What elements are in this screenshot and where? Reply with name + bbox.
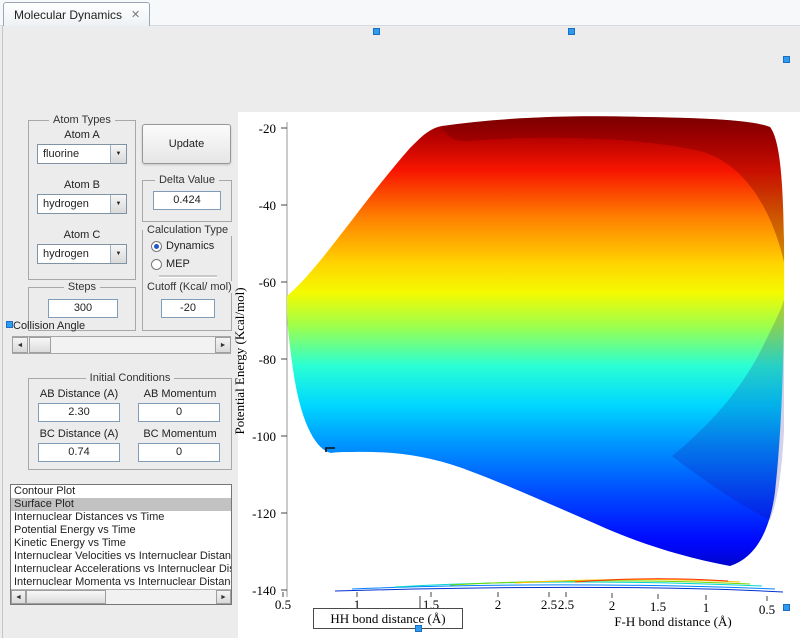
atom-a-value: fluorine (38, 145, 110, 163)
bc-momentum-field[interactable]: 0 (138, 443, 220, 462)
x1-tick: 0.5 (268, 597, 298, 613)
atom-types-panel: Atom Types Atom A fluorine ▼ Atom B hydr… (28, 120, 136, 280)
potential-energy-surface-plot (238, 112, 800, 638)
panel-divider (159, 275, 217, 278)
atom-c-dropdown[interactable]: hydrogen ▼ (37, 244, 127, 264)
scrollbar-right-arrow-icon[interactable]: ► (216, 590, 231, 604)
initial-conditions-title: Initial Conditions (29, 372, 231, 384)
cutoff-title: Cutoff (Kcal/ mol) (143, 281, 231, 293)
selection-handle[interactable] (568, 28, 575, 35)
list-item[interactable]: Kinetic Energy vs Time (11, 537, 231, 550)
y-tick: -40 (242, 198, 276, 214)
collision-angle-label: Collision Angle (13, 320, 85, 332)
steps-title: Steps (29, 281, 135, 293)
radio-mep[interactable]: MEP (151, 258, 190, 270)
calculation-type-title: Calculation Type (143, 224, 231, 236)
list-item-selected[interactable]: Surface Plot (11, 498, 231, 511)
update-button[interactable]: Update (142, 124, 231, 164)
cutoff-panel: Cutoff (Kcal/ mol) -20 (142, 287, 232, 331)
selection-handle[interactable] (373, 28, 380, 35)
ab-distance-label: AB Distance (A) (34, 388, 124, 400)
tab-title: Molecular Dynamics (14, 8, 122, 26)
list-item[interactable]: Internuclear Accelerations vs Internucle… (11, 563, 231, 576)
chevron-down-icon[interactable]: ▼ (110, 195, 126, 213)
atom-b-dropdown[interactable]: hydrogen ▼ (37, 194, 127, 214)
cutoff-field[interactable]: -20 (161, 299, 215, 318)
ab-momentum-field[interactable]: 0 (138, 403, 220, 422)
tab-molecular-dynamics[interactable]: Molecular Dynamics ✕ (3, 2, 150, 26)
ab-momentum-label: AB Momentum (133, 388, 227, 400)
bc-distance-field[interactable]: 0.74 (38, 443, 120, 462)
selection-handle[interactable] (415, 625, 422, 632)
tab-bar: Molecular Dynamics ✕ (0, 0, 800, 26)
list-item[interactable]: Contour Plot (11, 485, 231, 498)
app-window: Molecular Dynamics ✕ Atom Types Atom A f… (0, 0, 800, 638)
delta-value-title: Delta Value (143, 174, 231, 186)
surface-mesh (287, 116, 784, 566)
x1-axis-label: HH bond distance (Å) (313, 608, 463, 629)
slider-right-arrow-icon[interactable]: ► (215, 337, 231, 353)
slider-left-arrow-icon[interactable]: ◄ (12, 337, 28, 353)
steps-field[interactable]: 300 (48, 299, 118, 318)
radio-dynamics-label: Dynamics (166, 240, 214, 252)
list-item[interactable]: Potential Energy vs Time (11, 524, 231, 537)
atom-b-value: hydrogen (38, 195, 110, 213)
initial-conditions-panel: Initial Conditions AB Distance (A) AB Mo… (28, 378, 232, 470)
chevron-down-icon[interactable]: ▼ (110, 145, 126, 163)
panel-left-border (2, 26, 3, 638)
chevron-down-icon[interactable]: ▼ (110, 245, 126, 263)
plot-type-listbox[interactable]: Contour Plot Surface Plot Internuclear D… (10, 484, 232, 605)
close-icon[interactable]: ✕ (131, 8, 140, 26)
atom-types-title: Atom Types (29, 114, 135, 126)
x2-axis-label: F-H bond distance (Å) (598, 614, 748, 630)
y-tick: -120 (242, 506, 276, 522)
ab-distance-field[interactable]: 2.30 (38, 403, 120, 422)
list-item[interactable]: Internuclear Velocities vs Internuclear … (11, 550, 231, 563)
bc-momentum-label: BC Momentum (133, 428, 227, 440)
x1-tick: 2 (483, 597, 513, 613)
x2-tick: 1.5 (643, 599, 673, 615)
atom-a-label: Atom A (29, 129, 135, 141)
scrollbar-left-arrow-icon[interactable]: ◄ (11, 590, 26, 604)
list-item[interactable]: Internuclear Momenta vs Internuclear Dis… (11, 576, 231, 589)
slider-thumb[interactable] (29, 337, 51, 353)
x2-tick: 2.5 (551, 597, 581, 613)
atom-a-dropdown[interactable]: fluorine ▼ (37, 144, 127, 164)
scrollbar-thumb[interactable] (26, 590, 106, 604)
atom-c-label: Atom C (29, 229, 135, 241)
base-contour-lines (335, 579, 783, 592)
selection-handle[interactable] (783, 56, 790, 63)
atom-b-label: Atom B (29, 179, 135, 191)
y-axis-label: Potential Energy (Kcal/mol) (232, 251, 248, 471)
delta-value-panel: Delta Value 0.424 (142, 180, 232, 222)
radio-selected-icon[interactable] (151, 241, 162, 252)
x2-tick: 0.5 (752, 602, 782, 618)
radio-mep-label: MEP (166, 258, 190, 270)
radio-dynamics[interactable]: Dynamics (151, 240, 214, 252)
collision-angle-slider[interactable]: ◄ ► (12, 336, 231, 354)
selection-handle[interactable] (783, 604, 790, 611)
listbox-horizontal-scrollbar[interactable]: ◄ ► (11, 589, 231, 604)
atom-c-value: hydrogen (38, 245, 110, 263)
radio-unselected-icon[interactable] (151, 259, 162, 270)
delta-value-field[interactable]: 0.424 (153, 191, 221, 210)
y-tick: -20 (242, 121, 276, 137)
bc-distance-label: BC Distance (A) (34, 428, 124, 440)
selection-handle[interactable] (6, 321, 13, 328)
list-item[interactable]: Internuclear Distances vs Time (11, 511, 231, 524)
x2-tick: 2 (597, 598, 627, 614)
